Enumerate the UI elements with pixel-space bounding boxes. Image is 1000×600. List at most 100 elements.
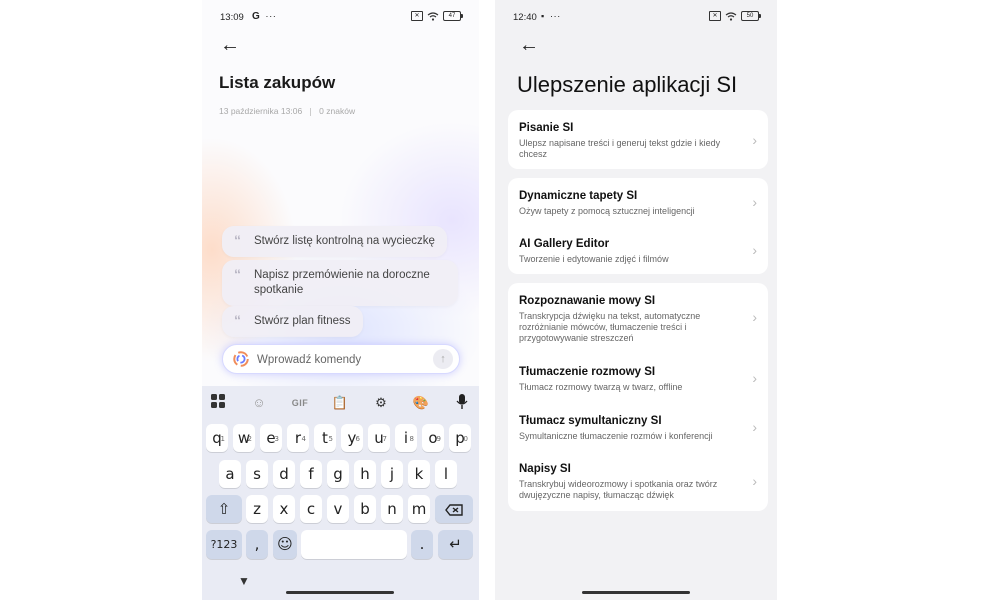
key-j[interactable]: j — [381, 460, 403, 488]
space-key[interactable] — [301, 530, 407, 559]
key-o[interactable]: o9 — [422, 424, 444, 452]
hide-keyboard-icon[interactable]: ▼ — [238, 574, 250, 588]
setting-item-dynamic-wallpapers[interactable]: Dynamiczne tapety SI Ożyw tapety z pomoc… — [508, 190, 768, 220]
right-phone-screen: 12:40 ▪ ··· ✕ 50 ← Ulepszenie aplikacji … — [495, 0, 777, 600]
key-s[interactable]: s — [246, 460, 268, 488]
key-g[interactable]: g — [327, 460, 349, 488]
ai-assistant-icon — [233, 351, 249, 367]
key-p[interactable]: p0 — [449, 424, 471, 452]
key-v[interactable]: v — [327, 495, 349, 523]
keyboard: ☺ GIF 📋 ⚙ 🎨 q1 w2 e3 r4 t5 y6 u7 i8 o9 p… — [202, 386, 479, 600]
microphone-icon[interactable] — [452, 394, 472, 412]
settings-group: Rozpoznawanie mowy SI Transkrypcja dźwię… — [508, 283, 768, 511]
key-hint: 9 — [436, 435, 441, 443]
setting-item-ai-writing[interactable]: Pisanie SI Ulepsz napisane treści i gene… — [508, 122, 768, 162]
key-m[interactable]: m — [408, 495, 430, 523]
left-phone-screen: 13:09 G ··· ✕ 47 ← Lista zakupów 13 paźd… — [202, 0, 479, 600]
key-hint: 2 — [247, 435, 252, 443]
wifi-icon — [427, 11, 439, 21]
key-q[interactable]: q1 — [206, 424, 228, 452]
message-notification-icon: ▪ — [541, 11, 545, 21]
status-time: 13:09 — [220, 12, 244, 23]
home-indicator[interactable] — [286, 591, 394, 594]
command-bar: ↑ — [222, 344, 460, 374]
setting-title: Tłumacz symultaniczny SI — [519, 415, 662, 427]
more-notifications-icon: ··· — [265, 11, 277, 22]
key-c[interactable]: c — [300, 495, 322, 523]
suggestion-text: Stwórz listę kontrolną na wycieczkę — [254, 235, 435, 247]
key-label: i — [403, 429, 409, 447]
wifi-icon — [725, 11, 737, 21]
back-arrow-icon[interactable]: ← — [519, 34, 539, 57]
home-indicator[interactable] — [582, 591, 690, 594]
key-i[interactable]: i8 — [395, 424, 417, 452]
key-hint: 6 — [355, 435, 360, 443]
backspace-icon — [445, 503, 463, 516]
suggestion-chip[interactable]: “ Stwórz listę kontrolną na wycieczkę — [222, 226, 447, 257]
status-bar: 13:09 G ··· ✕ 47 — [202, 9, 479, 25]
theme-palette-icon[interactable]: 🎨 — [411, 394, 431, 412]
chevron-right-icon: › — [752, 370, 757, 386]
backspace-key[interactable] — [435, 495, 473, 523]
key-n[interactable]: n — [381, 495, 403, 523]
page-title: Ulepszenie aplikacji SI — [517, 72, 738, 97]
setting-title: Pisanie SI — [519, 122, 574, 134]
comma-key[interactable]: , — [246, 530, 268, 559]
send-arrow-icon[interactable]: ↑ — [433, 349, 453, 369]
key-b[interactable]: b — [354, 495, 376, 523]
setting-item-ai-subtitles[interactable]: Napisy SI Transkrybuj wideorozmowy i spo… — [508, 463, 768, 503]
status-bar: 12:40 ▪ ··· ✕ 50 — [495, 9, 777, 25]
key-u[interactable]: u7 — [368, 424, 390, 452]
symbols-key[interactable]: ?123 — [206, 530, 242, 559]
battery-icon: 50 — [741, 11, 761, 21]
setting-description: Ożyw tapety z pomocą sztucznej inteligen… — [519, 206, 695, 216]
chevron-right-icon: › — [752, 419, 757, 435]
key-z[interactable]: z — [246, 495, 268, 523]
enter-key[interactable]: ↵ — [438, 530, 473, 559]
suggestion-chip[interactable]: “ Napisz przemówienie na doroczne spotka… — [222, 260, 458, 306]
suggestion-chip[interactable]: “ Stwórz plan fitness — [222, 306, 363, 337]
key-hint: 3 — [274, 435, 279, 443]
quote-icon: “ — [234, 312, 241, 328]
key-f[interactable]: f — [300, 460, 322, 488]
key-hint: 5 — [328, 435, 333, 443]
key-e[interactable]: e3 — [260, 424, 282, 452]
key-t[interactable]: t5 — [314, 424, 336, 452]
key-k[interactable]: k — [408, 460, 430, 488]
command-input[interactable] — [255, 350, 419, 370]
setting-item-ai-gallery-editor[interactable]: AI Gallery Editor Tworzenie i edytowanie… — [508, 238, 768, 268]
settings-group: Dynamiczne tapety SI Ożyw tapety z pomoc… — [508, 178, 768, 274]
battery-icon: 47 — [443, 11, 463, 21]
emoji-icon[interactable]: ☺ — [273, 530, 297, 559]
key-l[interactable]: l — [435, 460, 457, 488]
note-title[interactable]: Lista zakupów — [219, 73, 335, 93]
note-date: 13 października 13:06 — [219, 106, 303, 116]
settings-gear-icon[interactable]: ⚙ — [371, 394, 391, 412]
back-arrow-icon[interactable]: ← — [220, 34, 240, 57]
key-hint: 8 — [409, 435, 414, 443]
clipboard-icon[interactable]: 📋 — [330, 394, 350, 412]
key-d[interactable]: d — [273, 460, 295, 488]
setting-item-conversation-translation[interactable]: Tłumaczenie rozmowy SI Tłumacz rozmowy t… — [508, 366, 768, 396]
key-y[interactable]: y6 — [341, 424, 363, 452]
gif-button[interactable]: GIF — [289, 394, 311, 412]
chevron-right-icon: › — [752, 309, 757, 325]
settings-group: Pisanie SI Ulepsz napisane treści i gene… — [508, 110, 768, 169]
setting-item-speech-recognition[interactable]: Rozpoznawanie mowy SI Transkrypcja dźwię… — [508, 295, 768, 345]
setting-description: Ulepsz napisane treści i generuj tekst g… — [519, 138, 721, 159]
chevron-right-icon: › — [752, 242, 757, 258]
sticker-icon[interactable]: ☺ — [249, 394, 269, 412]
key-a[interactable]: a — [219, 460, 241, 488]
key-h[interactable]: h — [354, 460, 376, 488]
key-x[interactable]: x — [273, 495, 295, 523]
setting-item-simultaneous-interpreter[interactable]: Tłumacz symultaniczny SI Symultaniczne t… — [508, 415, 768, 445]
shift-key[interactable]: ⇧ — [206, 495, 242, 523]
key-r[interactable]: r4 — [287, 424, 309, 452]
meta-divider — [310, 107, 312, 116]
apps-grid-icon[interactable] — [208, 394, 228, 412]
key-w[interactable]: w2 — [233, 424, 255, 452]
key-hint: 0 — [463, 435, 468, 443]
period-key[interactable]: . — [411, 530, 433, 559]
setting-title: Napisy SI — [519, 463, 571, 475]
key-hint: 1 — [220, 435, 225, 443]
